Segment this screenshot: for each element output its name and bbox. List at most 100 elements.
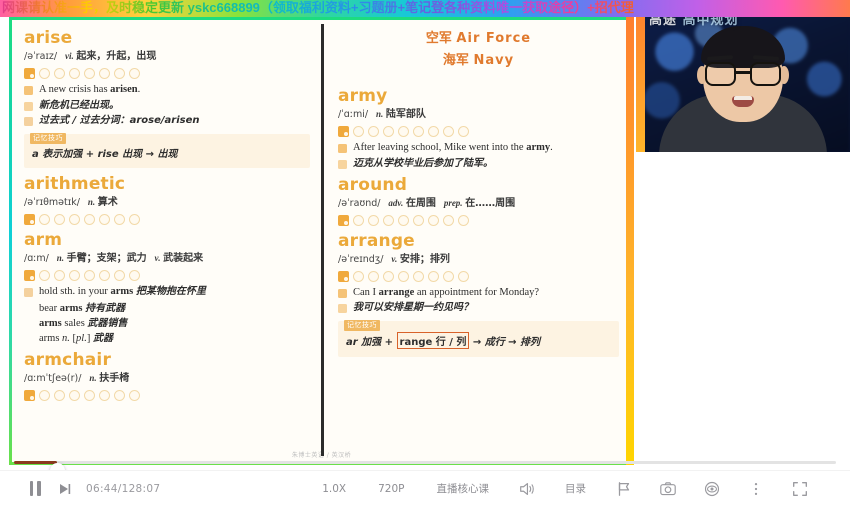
flag-button[interactable] xyxy=(613,478,635,500)
review-dot[interactable] xyxy=(54,389,65,401)
review-dot[interactable] xyxy=(443,214,454,226)
volume-icon xyxy=(520,482,534,495)
example-text: Can I arrange an appointment for Monday? xyxy=(353,286,540,298)
meaning: 起来，升起，出现 xyxy=(76,51,157,62)
review-dot[interactable] xyxy=(69,68,80,79)
review-dot[interactable] xyxy=(69,214,80,225)
quality-button[interactable]: 720P xyxy=(378,483,404,495)
fullscreen-button[interactable] xyxy=(789,478,811,500)
review-dot[interactable] xyxy=(84,389,95,401)
bookmark-icon[interactable] xyxy=(338,270,349,282)
review-dots[interactable] xyxy=(338,270,619,283)
word-entry-arrange: arrange /əˈreɪndʒ/ v. 安排；排列 Can I arrang… xyxy=(338,231,619,357)
playback-speed-button[interactable]: 1.0X xyxy=(322,483,346,495)
review-dot[interactable] xyxy=(84,214,95,225)
review-dot[interactable] xyxy=(99,68,110,79)
definition-line: /əˈraʊnd/ adv. 在周围 prep. 在……周围 xyxy=(338,196,619,211)
review-dot[interactable] xyxy=(69,270,80,281)
bookmark-icon[interactable] xyxy=(24,214,35,225)
review-dot[interactable] xyxy=(54,270,65,281)
course-mode-button[interactable]: 直播核心课 xyxy=(437,481,490,496)
watch-mode-button[interactable] xyxy=(701,478,723,500)
review-dot[interactable] xyxy=(458,214,469,226)
next-button[interactable] xyxy=(54,478,76,500)
progress-bar-area[interactable] xyxy=(0,452,850,478)
review-dot[interactable] xyxy=(368,126,379,137)
review-dot[interactable] xyxy=(383,270,394,282)
review-dot[interactable] xyxy=(129,68,140,79)
review-dot[interactable] xyxy=(84,68,95,79)
review-dot[interactable] xyxy=(99,389,110,401)
review-dot[interactable] xyxy=(398,126,409,137)
bookmark-icon[interactable] xyxy=(338,126,349,137)
review-dot[interactable] xyxy=(398,214,409,226)
review-dot[interactable] xyxy=(39,270,50,281)
review-dot[interactable] xyxy=(413,214,424,226)
review-dot[interactable] xyxy=(443,270,454,282)
review-dot[interactable] xyxy=(69,389,80,401)
review-dot[interactable] xyxy=(114,389,125,401)
review-dot[interactable] xyxy=(114,214,125,225)
review-dot[interactable] xyxy=(114,270,125,281)
review-dots[interactable] xyxy=(338,214,619,227)
headword: arise xyxy=(24,28,73,48)
review-dot[interactable] xyxy=(383,214,394,226)
review-dot[interactable] xyxy=(458,126,469,137)
screenshot-button[interactable] xyxy=(657,478,679,500)
memory-tip-label: 记忆技巧 xyxy=(30,133,66,144)
review-dot[interactable] xyxy=(129,270,140,281)
review-dot[interactable] xyxy=(353,126,364,137)
review-dot[interactable] xyxy=(413,126,424,137)
review-dot[interactable] xyxy=(129,214,140,225)
bookmark-icon[interactable] xyxy=(24,270,35,281)
catalog-button[interactable]: 目录 xyxy=(565,481,586,496)
review-dot[interactable] xyxy=(129,389,140,401)
bookmark-icon[interactable] xyxy=(24,68,35,79)
word-entry-army: army /ˈɑːmi/ n. 陆军部队 After leaving schoo… xyxy=(338,86,619,171)
review-dot[interactable] xyxy=(99,214,110,225)
meaning: 手臂；支架；武力 xyxy=(66,253,147,264)
example-sentence-cn: 迈克从学校毕业后参加了陆军。 xyxy=(338,157,619,171)
review-dot[interactable] xyxy=(428,270,439,282)
bookmark-icon[interactable] xyxy=(24,389,35,401)
review-dot[interactable] xyxy=(54,214,65,225)
review-dot[interactable] xyxy=(353,214,364,226)
progress-track[interactable] xyxy=(14,461,836,478)
headword: arithmetic xyxy=(24,174,126,194)
note-text: 过去式 / 过去分词：arose/arisen xyxy=(39,115,200,126)
review-dots[interactable] xyxy=(24,389,310,402)
review-dot[interactable] xyxy=(398,270,409,282)
translation-text: 新危机已经出现。 xyxy=(39,99,119,111)
teacher-webcam-panel[interactable]: 高途 高中规划 xyxy=(636,0,850,152)
review-dot[interactable] xyxy=(443,126,454,137)
definition-line: /əˈraɪz/ vi. 起来，升起，出现 xyxy=(24,49,310,64)
review-dot[interactable] xyxy=(368,270,379,282)
review-dots[interactable] xyxy=(24,213,310,226)
review-dot[interactable] xyxy=(54,68,65,79)
review-dot[interactable] xyxy=(39,389,50,401)
review-dot[interactable] xyxy=(368,214,379,226)
more-options-button[interactable] xyxy=(745,478,767,500)
pause-button[interactable] xyxy=(22,478,48,500)
review-dot[interactable] xyxy=(428,214,439,226)
review-dot[interactable] xyxy=(353,270,364,282)
review-dots[interactable] xyxy=(24,67,310,80)
volume-button[interactable] xyxy=(516,478,538,500)
definition-line: /ˈɑːmi/ n. 陆军部队 xyxy=(338,107,619,122)
review-dot[interactable] xyxy=(39,214,50,225)
review-dots[interactable] xyxy=(24,269,310,282)
part-of-speech: vi. xyxy=(64,51,74,61)
review-dot[interactable] xyxy=(413,270,424,282)
review-dot[interactable] xyxy=(114,68,125,79)
review-dot[interactable] xyxy=(458,270,469,282)
example-text: A new crisis has arisen. xyxy=(39,84,141,95)
memory-tip-box: 记忆技巧 ar 加强 + range 行 / 列 → 成行 → 排列 xyxy=(338,320,619,357)
review-dot[interactable] xyxy=(383,126,394,137)
review-dot[interactable] xyxy=(99,270,110,281)
review-dot[interactable] xyxy=(428,126,439,137)
bookmark-icon[interactable] xyxy=(338,214,349,226)
review-dot[interactable] xyxy=(84,270,95,281)
review-dot[interactable] xyxy=(39,68,50,79)
translation-text: 迈克从学校毕业后参加了陆军。 xyxy=(353,157,493,169)
review-dots[interactable] xyxy=(338,125,619,138)
